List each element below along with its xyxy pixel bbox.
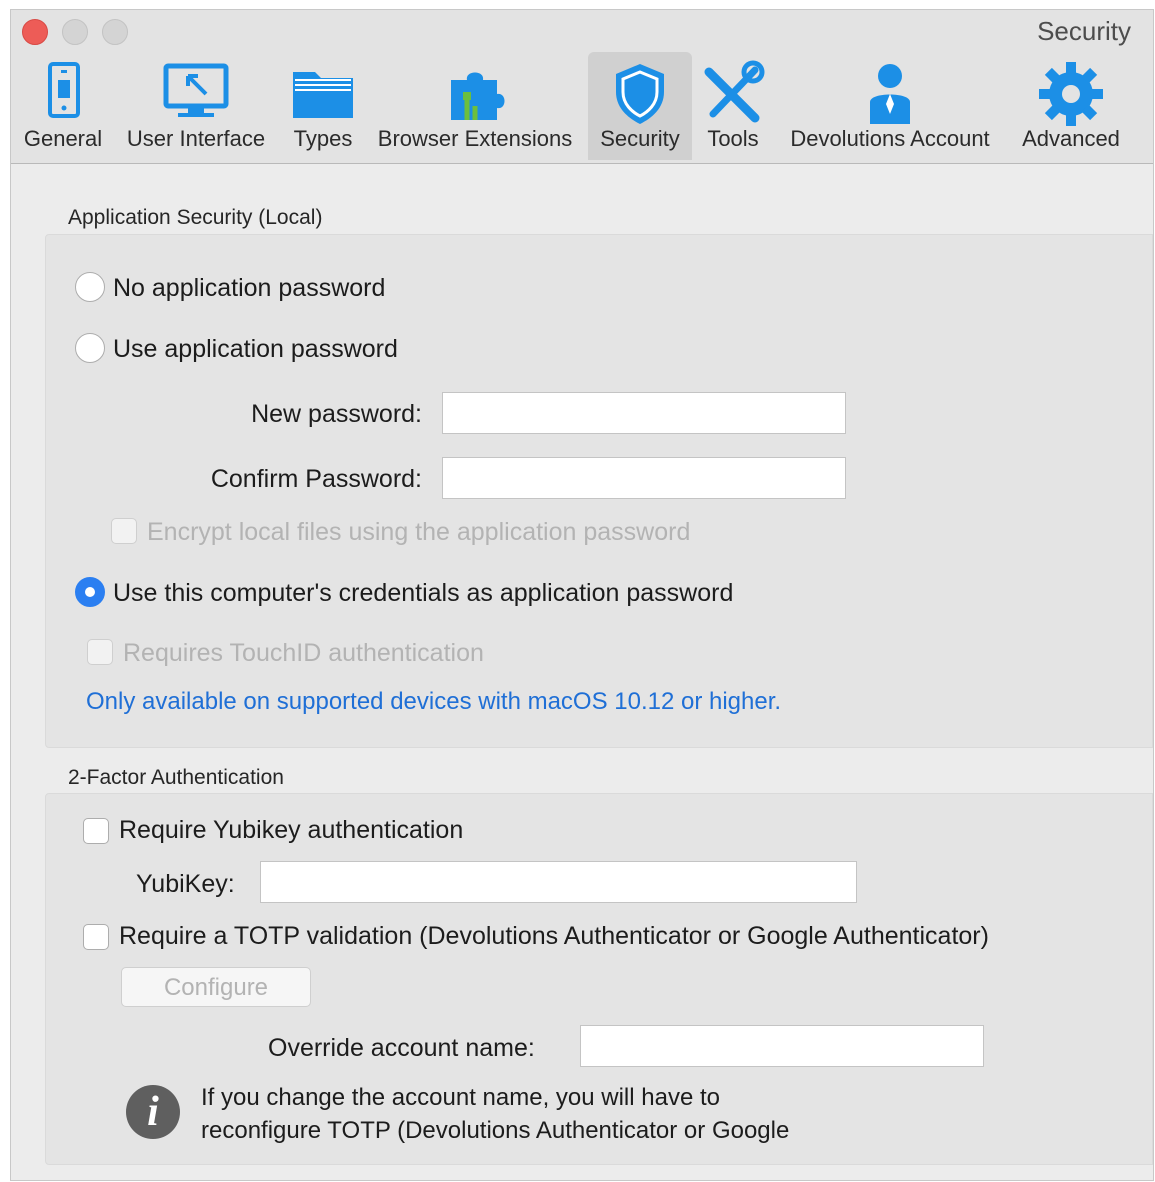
require-yubikey-label: Require Yubikey authentication [119, 816, 464, 844]
monitor-icon [163, 63, 229, 117]
use-password-label: Use application password [113, 335, 398, 363]
macos-note: Only available on supported devices with… [86, 688, 782, 715]
two-factor-title: 2-Factor Authentication [68, 766, 284, 789]
configure-button[interactable]: Configure [121, 967, 311, 1007]
confirm-password-field[interactable] [442, 457, 846, 499]
app-security-group: No application password Use application … [45, 234, 1153, 748]
no-password-label: No application password [113, 274, 386, 302]
toolbar: Security General User Interface Types Br… [11, 10, 1153, 164]
tools-icon [704, 60, 765, 123]
touchid-checkbox[interactable] [87, 639, 113, 665]
tab-security[interactable]: Security [588, 52, 692, 160]
require-totp-checkbox[interactable] [83, 924, 109, 950]
tab-label: Browser Extensions [377, 126, 573, 151]
info-icon: i [126, 1085, 180, 1139]
window-title: Security [1037, 16, 1131, 46]
puzzle-piece-icon [451, 72, 505, 120]
two-factor-group: Require Yubikey authentication YubiKey: … [45, 793, 1153, 1165]
tab-devolutions-account[interactable]: Devolutions Account [777, 52, 1003, 160]
info-line-2: reconfigure TOTP (Devolutions Authentica… [201, 1117, 790, 1144]
confirm-password-label: Confirm Password: [210, 465, 422, 493]
tab-general[interactable]: General [15, 52, 111, 160]
encrypt-local-files-label: Encrypt local files using the applicatio… [147, 518, 691, 546]
info-line-1: If you change the account name, you will… [201, 1084, 720, 1111]
folder-icon [293, 72, 353, 118]
tab-label: Tools [707, 126, 759, 151]
tab-label: Advanced [1022, 126, 1120, 151]
override-account-field[interactable] [580, 1025, 984, 1067]
use-password-radio[interactable] [75, 333, 105, 363]
tab-label: Devolutions Account [790, 126, 990, 151]
zoom-window-button[interactable] [102, 19, 128, 45]
encrypt-local-files-checkbox[interactable] [111, 518, 137, 544]
yubikey-label: YubiKey: [136, 870, 235, 898]
gear-icon [1039, 62, 1103, 126]
no-password-radio[interactable] [75, 272, 105, 302]
yubikey-field[interactable] [260, 861, 857, 903]
shield-icon [616, 64, 664, 124]
tab-browser-extensions[interactable]: Browser Extensions [367, 52, 583, 160]
require-totp-label: Require a TOTP validation (Devolutions A… [119, 922, 989, 950]
phone-icon [48, 62, 80, 118]
computer-credentials-label: Use this computer's credentials as appli… [113, 579, 734, 607]
tab-types[interactable]: Types [283, 52, 363, 160]
new-password-field[interactable] [442, 392, 846, 434]
tab-label: User Interface [126, 126, 266, 151]
tab-label: Types [293, 126, 353, 151]
require-yubikey-checkbox[interactable] [83, 818, 109, 844]
new-password-label: New password: [251, 400, 422, 428]
tab-label: Security [600, 126, 680, 151]
user-icon [870, 64, 910, 124]
override-account-label: Override account name: [268, 1034, 535, 1062]
preferences-window: Security General User Interface Types Br… [10, 9, 1154, 1181]
computer-credentials-radio[interactable] [75, 577, 105, 607]
app-security-title: Application Security (Local) [68, 206, 323, 229]
tab-tools[interactable]: Tools [697, 52, 769, 160]
tab-advanced[interactable]: Advanced [1011, 52, 1131, 160]
tab-user-interface[interactable]: User Interface [116, 52, 276, 160]
touchid-label: Requires TouchID authentication [123, 639, 484, 667]
minimize-window-button[interactable] [62, 19, 88, 45]
tab-label: General [23, 126, 103, 151]
close-window-button[interactable] [22, 19, 48, 45]
